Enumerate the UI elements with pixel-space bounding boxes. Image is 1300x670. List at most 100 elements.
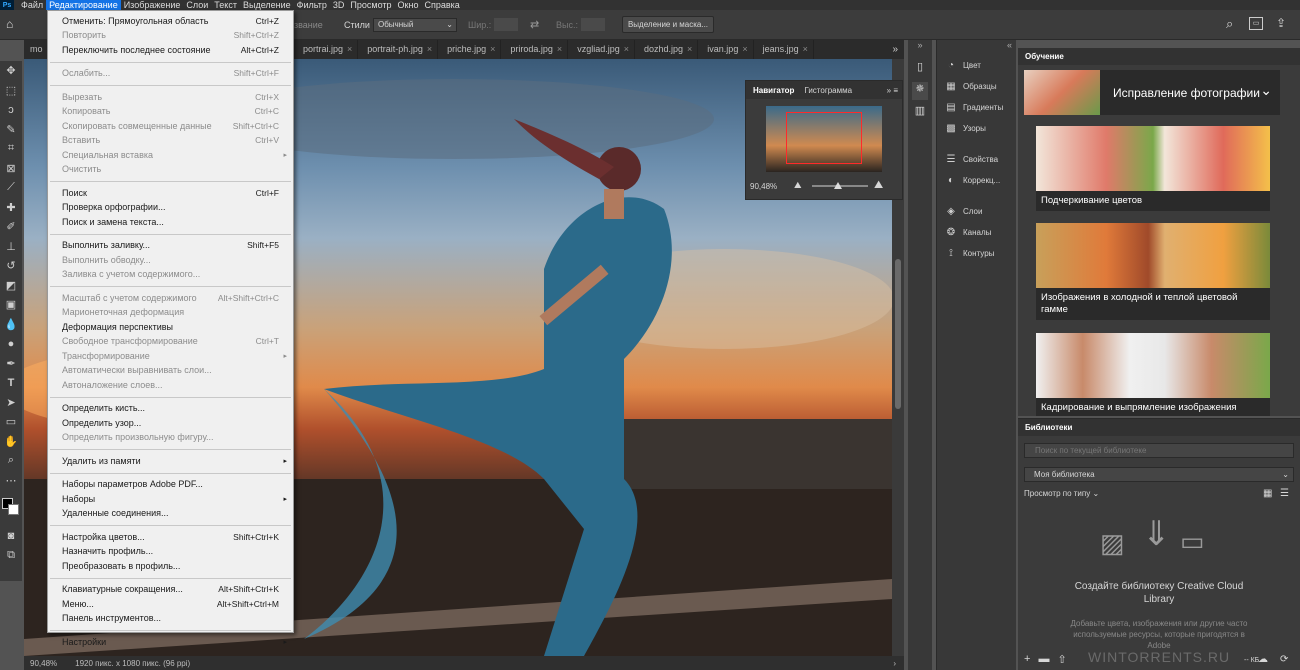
menu-5[interactable]: Выделение (240, 0, 294, 10)
edit-menu-item[interactable]: Поиск Ctrl+F (48, 186, 293, 199)
edit-menu-item[interactable]: Выполнить заливку... Shift+F5 (48, 239, 293, 252)
edit-menu-item[interactable]: Поиск и замена текста... (48, 215, 293, 228)
learn-card[interactable]: Подчеркивание цветов (1036, 126, 1270, 211)
zoom-slider[interactable] (812, 182, 868, 189)
menu-3[interactable]: Слои (183, 0, 211, 10)
pen-tool-icon[interactable]: ✒ (0, 354, 22, 374)
zoom-tool-icon[interactable]: ⌕ (0, 451, 22, 471)
width-input[interactable] (494, 18, 518, 31)
tab-partial[interactable]: mo (24, 40, 48, 59)
dodge-tool-icon[interactable]: ● (0, 334, 22, 354)
style-select[interactable]: Обычный ⌄ (373, 18, 457, 32)
history-brush-icon[interactable]: ↺ (0, 256, 22, 276)
learn-card[interactable]: Кадрирование и выпрямление изображения (1036, 333, 1270, 416)
tab-priche[interactable]: priche.jpg × (438, 40, 502, 59)
type-tool-icon[interactable]: T (0, 373, 22, 393)
healing-tool-icon[interactable]: ✚ (0, 198, 22, 218)
zoom-out-icon[interactable]: ⛰ (794, 180, 802, 191)
height-input[interactable] (581, 18, 605, 31)
status-zoom[interactable]: 90,48% (30, 659, 57, 668)
edit-menu-item[interactable]: Переключить последнее состояние Alt+Ctrl+… (48, 43, 293, 56)
eraser-tool-icon[interactable]: ◩ (0, 276, 22, 296)
navigator-preview[interactable] (766, 106, 882, 172)
library-search-input[interactable]: Поиск по текущей библиотеке (1024, 443, 1294, 458)
lasso-tool-icon[interactable]: ↄ (0, 100, 22, 120)
panel-swatches[interactable]: ▦ Образцы (937, 76, 1016, 97)
histogram-icon[interactable]: ▥ (912, 104, 928, 122)
close-icon[interactable]: × (427, 44, 432, 54)
edit-menu-item[interactable]: Настройка цветов... Shift+Ctrl+K (48, 530, 293, 543)
collapse-icon[interactable]: » (908, 40, 932, 56)
stamp-tool-icon[interactable]: ⊥ (0, 237, 22, 257)
menu-4[interactable]: Текст (211, 0, 240, 10)
edit-menu-item[interactable]: Определить узор... (48, 416, 293, 429)
brush-tool-icon[interactable]: ✐ (0, 217, 22, 237)
quick-select-tool-icon[interactable]: ✎ (0, 120, 22, 140)
panel-patterns[interactable]: ▩ Узоры (937, 118, 1016, 139)
edit-menu-item[interactable]: Наборы ▸ (48, 492, 293, 505)
navigator-view-box[interactable] (786, 112, 862, 164)
tab-vzgliad[interactable]: vzgliad.jpg × (568, 40, 635, 59)
menu-8[interactable]: Просмотр (347, 0, 394, 10)
cloud-icon[interactable]: ☁ (1258, 654, 1268, 665)
panel-menu-icon[interactable]: » ≡ (887, 86, 902, 95)
zoom-in-icon[interactable]: ⛰ (874, 179, 883, 192)
edit-menu-item[interactable]: Клавиатурные сокращения... Alt+Shift+Ctrl… (48, 583, 293, 596)
share-icon[interactable]: ⇪ (1276, 16, 1286, 30)
library-select[interactable]: Моя библиотека ⌄ (1024, 467, 1294, 482)
zoom-slider-thumb[interactable] (834, 182, 842, 189)
close-icon[interactable]: × (347, 44, 352, 54)
close-icon[interactable]: × (624, 44, 629, 54)
tab-jeans[interactable]: jeans.jpg × (754, 40, 814, 59)
tab-portrait-ph[interactable]: portrait-ph.jpg × (358, 40, 439, 59)
swap-icon[interactable]: ⇄ (530, 18, 539, 31)
edit-menu-item[interactable]: Назначить профиль... (48, 545, 293, 558)
close-icon[interactable]: × (490, 44, 495, 54)
menu-1[interactable]: Редактирование (46, 0, 121, 10)
close-icon[interactable]: × (687, 44, 692, 54)
sync-icon[interactable]: ⟳ (1280, 654, 1288, 665)
move-tool-icon[interactable]: ✥ (0, 61, 22, 81)
tab-ivan[interactable]: ivan.jpg × (698, 40, 754, 59)
panel-channels[interactable]: ❂ Каналы (937, 222, 1016, 243)
status-arrow-icon[interactable]: › (893, 659, 904, 668)
menu-6[interactable]: Фильтр (294, 0, 330, 10)
navigator-icon[interactable]: ✵ (912, 82, 928, 100)
edit-menu-item[interactable]: Проверка орфографии... (48, 201, 293, 214)
search-icon[interactable]: ⌕ (1226, 16, 1233, 32)
add-icon[interactable]: + (1024, 653, 1030, 666)
tab-navigator[interactable]: Навигатор (753, 86, 794, 95)
panel-paths[interactable]: ⟟ Контуры (937, 243, 1016, 264)
screen-mode-icon[interactable]: ⧉ (0, 546, 22, 566)
path-select-tool-icon[interactable]: ➤ (0, 393, 22, 413)
chevron-down-icon[interactable]: ⌄ (1260, 82, 1272, 99)
menu-0[interactable]: Файл (18, 0, 46, 10)
more-tools-icon[interactable]: ⋯ (0, 471, 22, 491)
close-icon[interactable]: × (742, 44, 747, 54)
upload-icon[interactable]: ⇧ (1057, 653, 1066, 666)
menu-7[interactable]: 3D (330, 0, 348, 10)
edit-menu-item[interactable]: Меню... Alt+Shift+Ctrl+M (48, 597, 293, 610)
eyedropper-tool-icon[interactable]: ⟋ (0, 178, 22, 198)
list-view-icon[interactable]: ☰ (1280, 488, 1289, 499)
tab-portrai[interactable]: portrai.jpg × (294, 40, 359, 59)
home-icon[interactable]: ⌂ (6, 17, 22, 33)
panel-layers[interactable]: ◈ Слои (937, 201, 1016, 222)
navigator-zoom[interactable]: 90,48% (750, 182, 777, 191)
color-swatches[interactable] (0, 490, 22, 526)
panel-adjustments[interactable]: ◐ Коррекц... (937, 170, 1016, 191)
quick-mask-icon[interactable]: ◙ (0, 526, 22, 546)
panel-gradients[interactable]: ▤ Градиенты (937, 97, 1016, 118)
scrollbar-thumb[interactable] (895, 259, 901, 409)
edit-menu-item[interactable]: Отменить: Прямоугольная область Ctrl+Z (48, 14, 293, 27)
select-and-mask-button[interactable]: Выделение и маска... (622, 16, 714, 33)
edit-menu-item[interactable]: Определить кисть... (48, 402, 293, 415)
edit-menu-item[interactable]: Преобразовать в профиль... (48, 559, 293, 572)
learn-card[interactable]: Изображения в холодной и теплой цветовой… (1036, 223, 1270, 320)
rectangle-tool-icon[interactable]: ▭ (0, 412, 22, 432)
grid-view-icon[interactable]: ▦ (1263, 488, 1272, 499)
tab-priroda[interactable]: priroda.jpg × (501, 40, 569, 59)
tabs-overflow-icon[interactable]: » (892, 44, 904, 55)
tab-histogram[interactable]: Гистограмма (804, 86, 852, 95)
marquee-tool-icon[interactable]: ⬚ (0, 81, 22, 101)
